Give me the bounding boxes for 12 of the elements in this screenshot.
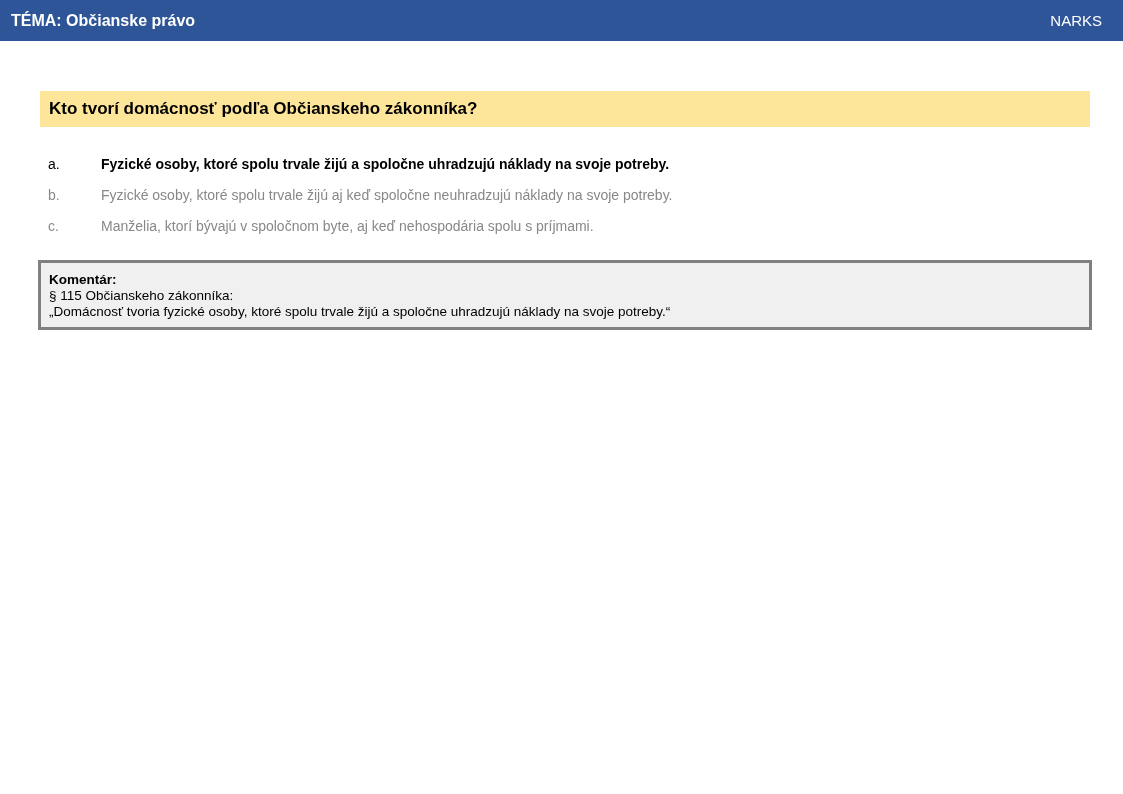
comment-line: „Domácnosť tvoria fyzické osoby, ktoré spolu trvale žijú a spoločne uhradzujú náklady na svoje potreby.“ [49, 303, 672, 320]
comment-title: Komentár: [49, 272, 118, 288]
answer-text: Fyzické osoby, ktoré spolu trvale žijú aj keď spoločne neuhradzujú náklady na svoje potreby. [101, 187, 673, 203]
answer-letter: c. [48, 218, 60, 234]
answer-text: Fyzické osoby, ktoré spolu trvale žijú a spoločne uhradzujú náklady na svoje potreby. [101, 156, 670, 172]
answer-text: Manželia, ktorí bývajú v spoločnom byte, aj keď nehospodária spolu s príjmami. [101, 218, 594, 234]
topic-title: TÉMA: Občianske právo [11, 11, 196, 30]
comment-line: § 115 Občianskeho zákonníka: [49, 287, 235, 304]
question-text: Kto tvorí domácnosť podľa Občianskeho zákonníka? [40, 91, 1090, 127]
answer-letter: a. [48, 156, 61, 172]
answer-letter: b. [48, 187, 61, 203]
brand-name: NARKS [1050, 12, 1102, 29]
